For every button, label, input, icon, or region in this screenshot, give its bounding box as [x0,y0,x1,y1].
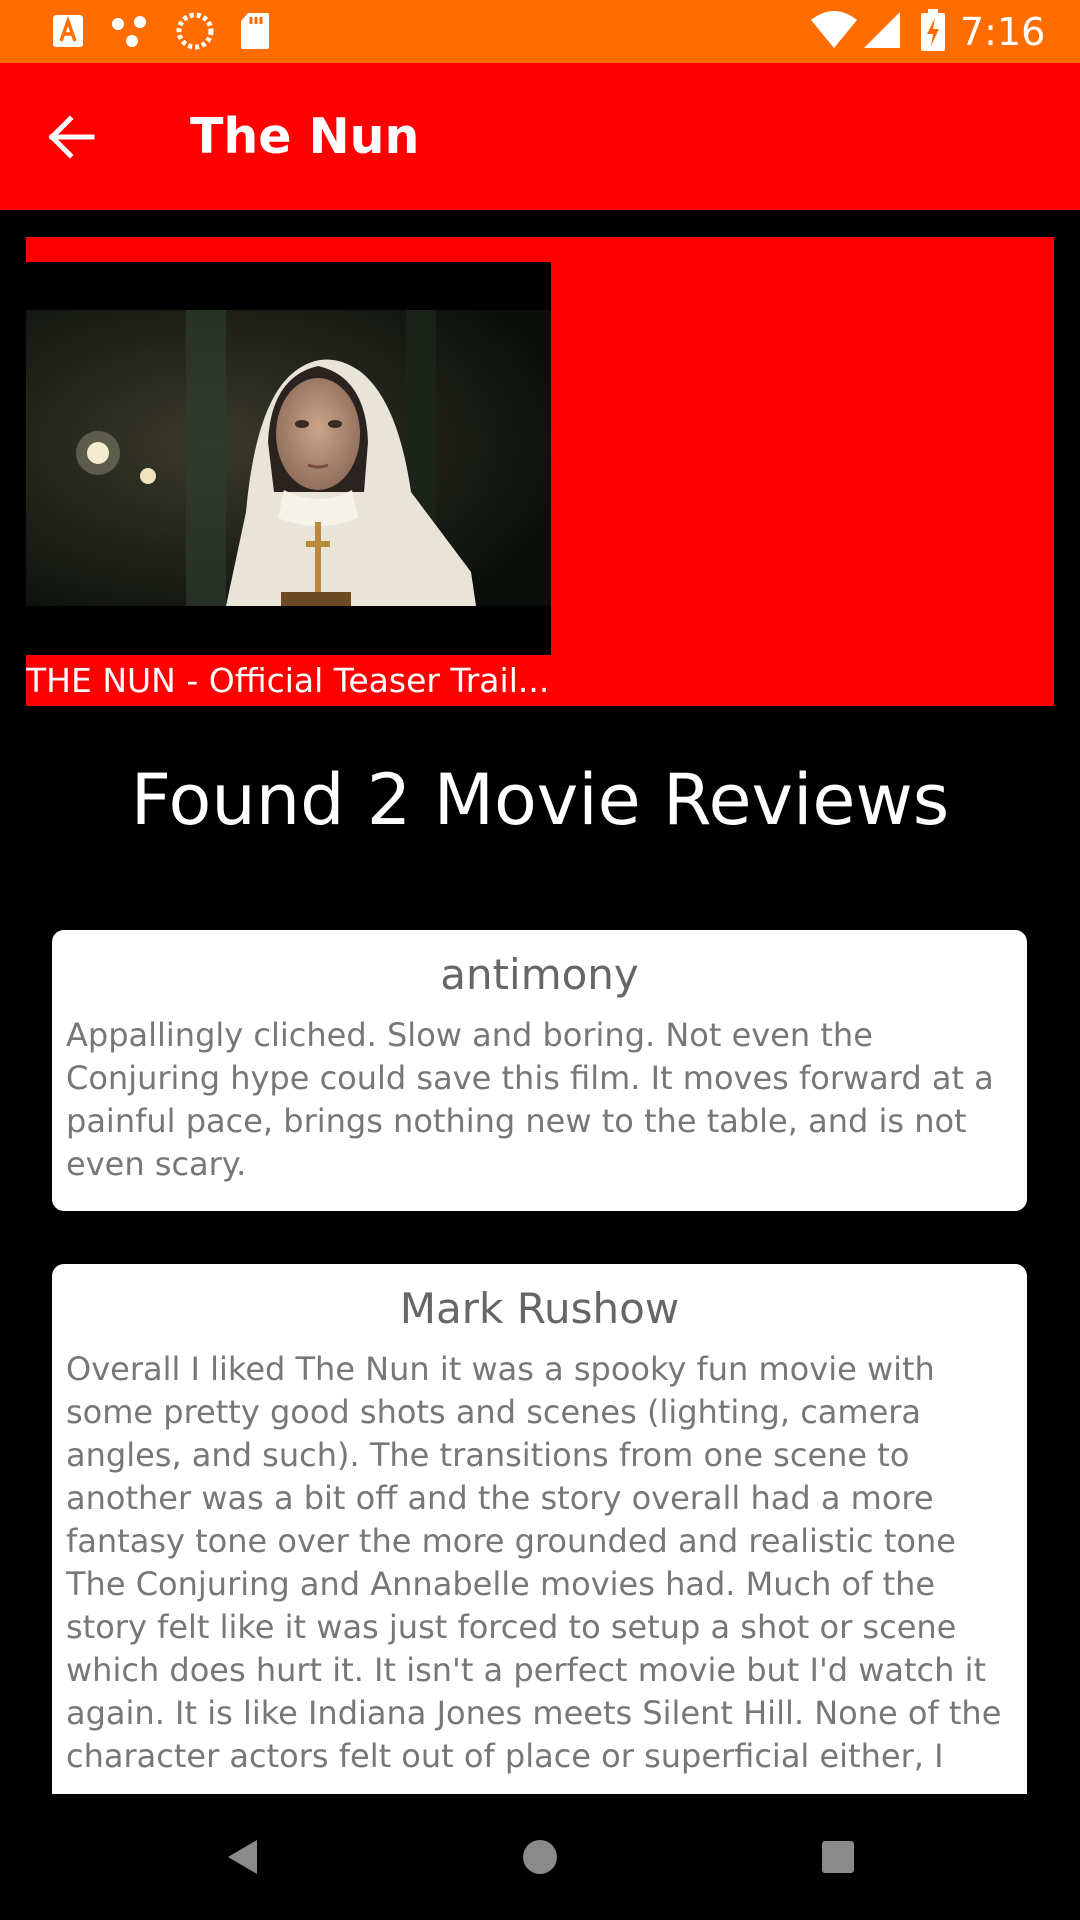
navigation-bar [0,1794,1080,1920]
arrow-left-icon [48,115,95,159]
nav-home-button[interactable] [495,1820,585,1894]
review-card: Mark Rushow Overall I liked The Nun it w… [52,1264,1027,1794]
battery-charging-icon [921,9,945,51]
sd-card-icon [241,13,269,49]
review-author: antimony [440,950,639,999]
dots-icon [112,16,146,47]
review-author: Mark Rushow [399,1284,680,1333]
page-title: The Nun [190,108,420,165]
status-bar: 7:16 [0,0,1080,63]
signal-icon [864,12,900,48]
sync-icon [176,12,214,50]
recents-square-icon [822,1841,854,1873]
review-content: Appallingly cliched. Slow and boring. No… [66,1016,994,1183]
nav-recents-button[interactable] [793,1820,883,1894]
trailer-thumbnail[interactable] [26,262,551,655]
back-button[interactable] [30,100,118,174]
wifi-icon [811,11,857,48]
review-card: antimony Appallingly cliched. Slow and b… [52,930,1027,1211]
trailer-title[interactable]: THE NUN - Official Teaser Trail... [26,659,566,703]
review-content: Overall I liked The Nun it was a spooky … [66,1350,1002,1775]
app-bar: The Nun [0,63,1080,210]
back-triangle-icon [228,1840,257,1874]
trailer-thumbnail-image [26,262,551,655]
nav-back-button[interactable] [198,1820,288,1894]
reviews-heading: Found 2 Movie Reviews [130,759,950,841]
trailer-card[interactable]: THE NUN - Official Teaser Trail... [26,237,1054,706]
status-time: 7:16 [960,10,1046,54]
notification-a-icon [53,15,83,47]
home-circle-icon [523,1840,557,1874]
